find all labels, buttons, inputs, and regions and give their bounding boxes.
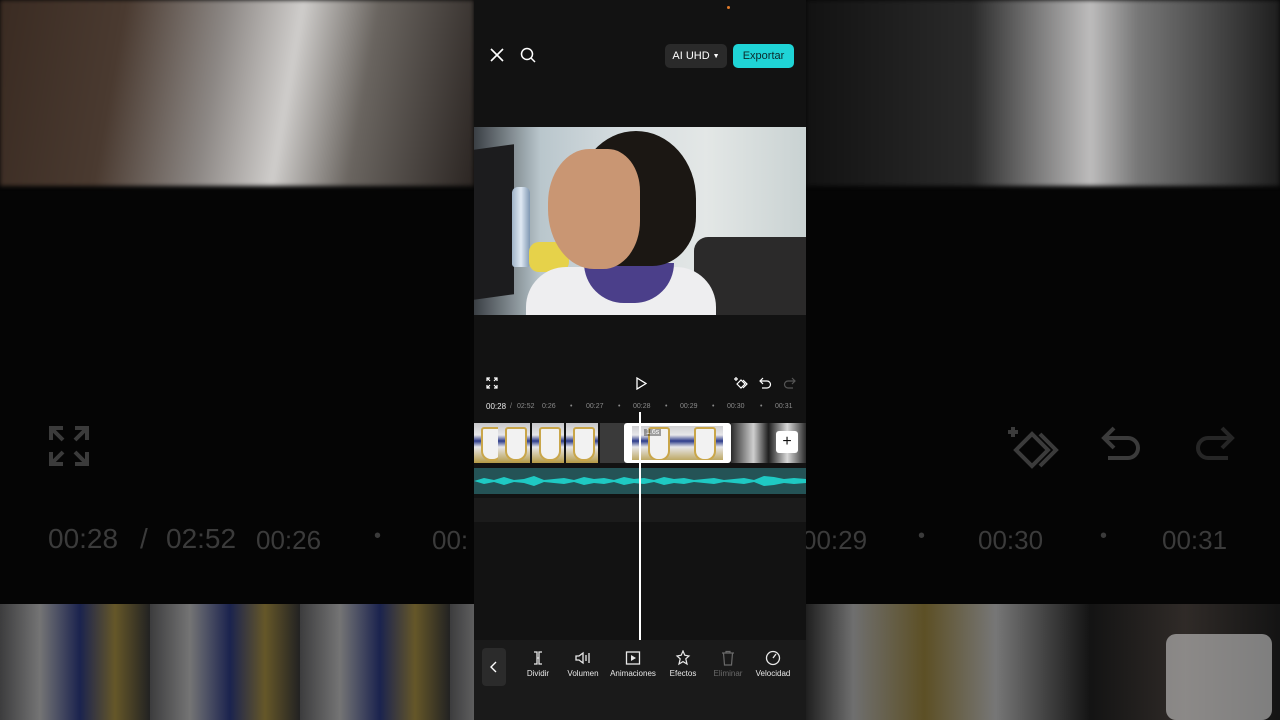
close-button[interactable] <box>488 46 506 64</box>
delete-icon <box>722 650 734 666</box>
tool-delete[interactable]: Eliminar <box>703 650 753 678</box>
recording-indicator <box>727 6 730 9</box>
tool-label: Dividir <box>526 669 550 678</box>
top-bar: AI UHD ▼ Exportar <box>474 0 806 90</box>
keyframe-icon <box>734 377 748 389</box>
clip-thumbnail <box>600 423 626 463</box>
background-tick: 00:26 <box>256 525 322 555</box>
quality-dropdown[interactable]: AI UHD ▼ <box>665 44 727 68</box>
fullscreen-icon <box>486 377 498 389</box>
background-add-clip <box>1166 634 1272 720</box>
tool-label: Animaciones <box>610 669 656 678</box>
preview-monitor <box>474 144 514 300</box>
redo-icon <box>783 377 796 389</box>
background-tick: 00:31 <box>1162 525 1228 555</box>
background-preview-blur <box>0 0 474 186</box>
ruler-dot: • <box>760 403 763 410</box>
undo-icon <box>758 377 771 389</box>
quality-label: AI UHD <box>672 50 710 62</box>
tool-split[interactable]: Dividir <box>513 650 563 678</box>
redo-button[interactable] <box>781 375 797 391</box>
search-button[interactable] <box>519 46 537 64</box>
shield-emblem <box>539 427 561 461</box>
ruler-dot: • <box>712 403 715 410</box>
ruler-dot: • <box>618 403 621 410</box>
tool-effects[interactable]: Efectos <box>658 650 708 678</box>
clip-duration-label: 1.6s <box>644 429 662 436</box>
background-tick-dot: • <box>374 525 382 547</box>
background-tick: 00: <box>432 525 469 555</box>
fullscreen-icon <box>49 426 89 466</box>
undo-button[interactable] <box>757 375 773 391</box>
close-icon <box>490 48 504 62</box>
redo-icon <box>1196 426 1235 460</box>
background-clip-strip <box>0 604 474 720</box>
add-clip-button[interactable]: + <box>776 431 798 453</box>
tool-speed[interactable]: Velocidad <box>748 650 798 678</box>
tool-label: Efectos <box>669 669 697 678</box>
tool-label: Velocidad <box>755 669 791 678</box>
plus-icon: + <box>782 433 792 450</box>
background-time-separator: / <box>140 523 148 554</box>
tool-label: Eliminar <box>713 669 743 678</box>
ruler-tick: 00:31 <box>775 403 793 410</box>
background-tick-dot: • <box>1100 525 1108 547</box>
chevron-left-icon <box>490 661 497 673</box>
ruler-tick: 00:27 <box>586 403 604 410</box>
background-right: 00:29 • 00:30 • 00:31 <box>806 0 1280 720</box>
effects-icon <box>675 650 691 666</box>
ruler-tick: 0:26 <box>542 403 556 410</box>
video-preview[interactable] <box>474 127 806 315</box>
total-time: 02:52 <box>517 403 535 410</box>
animation-icon <box>625 651 641 665</box>
chevron-down-icon: ▼ <box>712 52 720 60</box>
time-separator: / <box>510 403 512 410</box>
edit-toolbar: Dividir Volumen Animaciones Efectos Elim… <box>474 640 806 720</box>
ruler-dot: • <box>570 403 573 410</box>
clip-thumbnail <box>498 423 530 463</box>
speed-icon <box>765 650 781 666</box>
ruler-tick: 00:28 <box>633 403 651 410</box>
background-tick: 00:29 <box>806 525 868 555</box>
shield-emblem <box>505 427 527 461</box>
background-time-current: 00:28 <box>48 523 119 554</box>
volume-icon <box>575 651 590 665</box>
background-preview-blur <box>806 0 1280 186</box>
tool-volume[interactable]: Volumen <box>558 650 608 678</box>
undo-icon <box>1101 426 1140 460</box>
toolbar-back-button[interactable] <box>482 648 506 686</box>
background-tick: 00:30 <box>978 525 1044 555</box>
playback-controls <box>474 370 806 396</box>
keyframe-button[interactable] <box>733 375 749 391</box>
tool-label: Volumen <box>567 669 599 678</box>
split-icon <box>534 651 542 665</box>
background-left: 00:28 / 02:52 00:26 • 00: <box>0 0 474 720</box>
play-button[interactable] <box>633 375 649 391</box>
playhead[interactable] <box>639 412 641 640</box>
background-time-total: 02:52 <box>166 523 237 554</box>
background-tick-dot: • <box>918 525 926 547</box>
preview-bottle <box>512 187 530 267</box>
current-time: 00:28 <box>486 402 507 411</box>
play-icon <box>636 376 647 390</box>
ruler-tick: 00:29 <box>680 403 698 410</box>
fullscreen-button[interactable] <box>485 376 499 390</box>
ruler-dot: • <box>665 403 668 410</box>
clip-thumbnail <box>532 423 564 463</box>
search-icon <box>520 47 536 63</box>
video-editor: AI UHD ▼ Exportar 00:28 / 02:52 0:26 • 0… <box>474 0 806 720</box>
keyframe-icon <box>1008 427 1059 469</box>
export-button[interactable]: Exportar <box>733 44 794 68</box>
preview-face <box>548 149 640 269</box>
ruler-tick: 00:30 <box>727 403 745 410</box>
clip-thumbnail <box>566 423 598 463</box>
tool-animations[interactable]: Animaciones <box>608 650 658 678</box>
shield-emblem <box>573 427 595 461</box>
